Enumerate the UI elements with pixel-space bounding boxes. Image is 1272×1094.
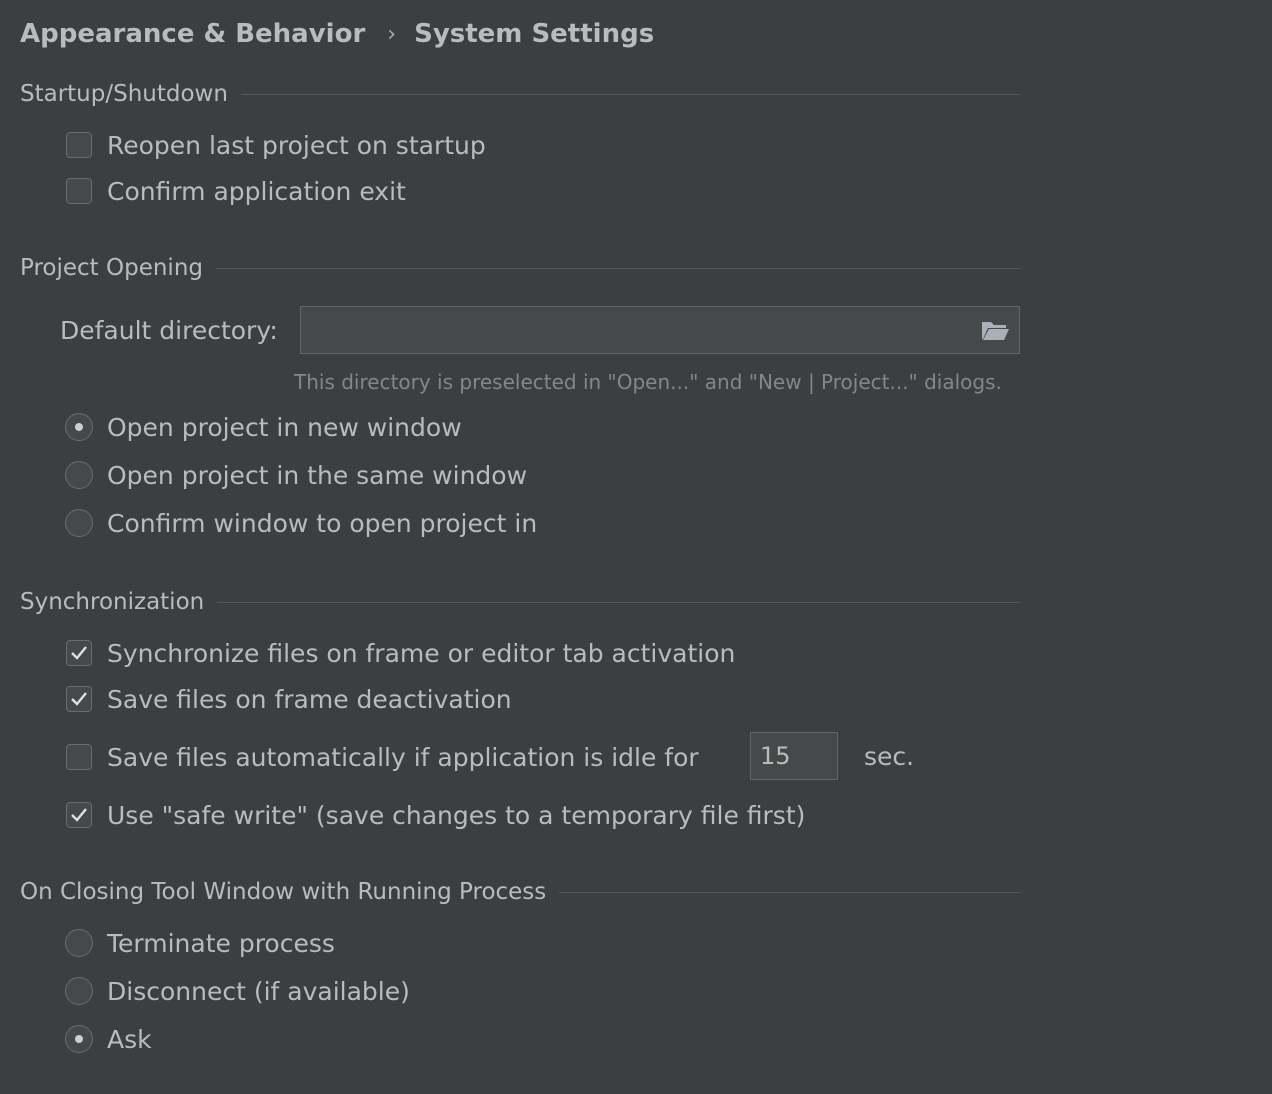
checkbox-box[interactable] [66,686,92,712]
section-project-opening: Project Opening [20,253,1020,283]
save-on-deactivation-checkbox[interactable]: Save files on frame deactivation [64,682,512,716]
default-directory-input[interactable] [301,307,973,355]
section-divider [217,601,1020,603]
checkbox-box[interactable] [66,640,92,666]
radio-terminate-process[interactable]: Terminate process [64,926,335,960]
checkbox-box[interactable] [66,132,92,158]
radio-button[interactable] [65,413,93,441]
section-title: Project Opening [20,255,204,281]
radio-button[interactable] [65,977,93,1005]
check-icon [71,808,87,822]
radio-dot [75,423,83,431]
checkbox-label: Use "safe write" (save changes to a temp… [107,800,806,830]
confirm-exit-checkbox[interactable]: Confirm application exit [64,174,406,208]
checkbox-label: Confirm application exit [107,176,406,206]
idle-seconds-unit: sec. [864,742,915,771]
checkbox-box[interactable] [66,802,92,828]
radio-ask[interactable]: Ask [64,1022,152,1056]
checkbox-box[interactable] [66,744,92,770]
section-title: On Closing Tool Window with Running Proc… [20,879,547,905]
checkbox-box[interactable] [66,178,92,204]
default-directory-field[interactable] [300,306,1020,355]
radio-label: Open project in the same window [107,460,528,490]
radio-label: Confirm window to open project in [107,508,538,538]
radio-confirm-window[interactable]: Confirm window to open project in [64,506,537,540]
section-startup-shutdown: Startup/Shutdown [20,79,1020,109]
radio-label: Open project in new window [107,412,462,442]
breadcrumb-separator: › [387,21,397,47]
check-icon [71,646,87,660]
breadcrumb-current: System Settings [414,19,655,49]
save-when-idle-checkbox[interactable]: Save files automatically if application … [64,740,699,774]
radio-open-new-window[interactable]: Open project in new window [64,410,462,444]
section-divider [240,93,1020,95]
section-synchronization: Synchronization [20,587,1020,617]
idle-seconds-field[interactable] [750,732,838,780]
section-divider [216,267,1020,269]
safe-write-checkbox[interactable]: Use "safe write" (save changes to a temp… [64,798,805,832]
radio-label: Terminate process [107,928,335,958]
breadcrumb: Appearance & Behavior › System Settings [20,14,654,54]
radio-label: Disconnect (if available) [107,976,410,1006]
section-title: Synchronization [20,589,205,615]
checkbox-label: Save files on frame deactivation [107,684,512,714]
radio-button[interactable] [65,509,93,537]
radio-dot [75,1035,83,1043]
default-directory-label: Default directory: [60,316,278,345]
breadcrumb-parent[interactable]: Appearance & Behavior [20,19,365,49]
radio-disconnect[interactable]: Disconnect (if available) [64,974,410,1008]
section-title: Startup/Shutdown [20,81,228,107]
sync-on-activation-checkbox[interactable]: Synchronize files on frame or editor tab… [64,636,735,670]
radio-button[interactable] [65,929,93,957]
radio-button[interactable] [65,1025,93,1053]
checkbox-label: Save files automatically if application … [107,742,699,772]
radio-button[interactable] [65,461,93,489]
checkbox-label: Reopen last project on startup [107,130,486,160]
default-directory-hint: This directory is preselected in "Open..… [294,370,1002,394]
radio-open-same-window[interactable]: Open project in the same window [64,458,527,492]
section-closing-tool-window: On Closing Tool Window with Running Proc… [20,877,1020,907]
folder-open-icon[interactable] [979,316,1011,344]
idle-seconds-input[interactable] [751,733,837,779]
radio-label: Ask [107,1024,152,1054]
checkbox-label: Synchronize files on frame or editor tab… [107,638,736,668]
system-settings-panel: Appearance & Behavior › System Settings … [0,0,1272,1094]
section-divider [559,891,1020,893]
reopen-last-project-checkbox[interactable]: Reopen last project on startup [64,128,486,162]
check-icon [71,692,87,706]
